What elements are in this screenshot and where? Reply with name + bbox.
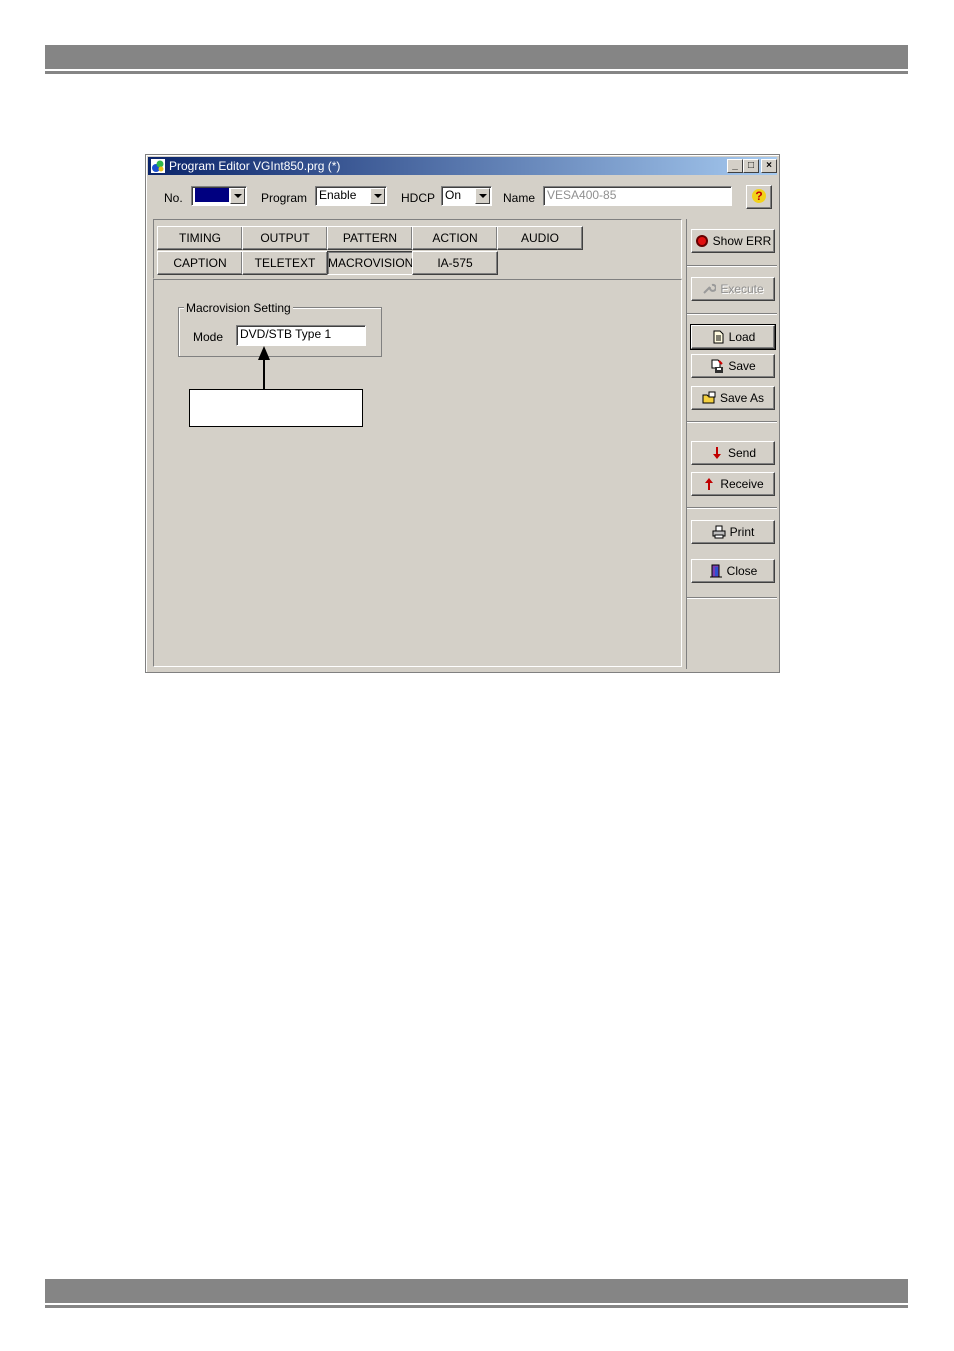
- document-icon: [713, 330, 724, 344]
- tab-pattern[interactable]: PATTERN: [327, 226, 413, 250]
- mode-field-value: DVD/STB Type 1: [240, 327, 332, 341]
- load-button[interactable]: Load: [690, 324, 776, 350]
- show-err-button[interactable]: Show ERR: [691, 229, 775, 253]
- header-band-line: [45, 71, 908, 74]
- close-label: Close: [726, 564, 758, 578]
- window-title: Program Editor VGInt850.prg (*): [169, 159, 341, 173]
- chevron-down-icon[interactable]: [475, 188, 490, 204]
- separator: [687, 597, 777, 599]
- mode-field[interactable]: DVD/STB Type 1: [236, 325, 366, 346]
- mode-label: Mode: [193, 330, 224, 344]
- arrow-up-icon: [705, 478, 714, 490]
- execute-button[interactable]: Execute: [691, 277, 775, 301]
- print-button[interactable]: Print: [691, 520, 775, 544]
- help-button[interactable]: ?: [746, 185, 772, 209]
- tab-timing[interactable]: TIMING: [157, 226, 243, 250]
- header-band: [45, 45, 908, 69]
- footer-band: [45, 1279, 908, 1303]
- hdcp-label: HDCP: [401, 191, 436, 205]
- no-label: No.: [164, 191, 183, 205]
- tab-action[interactable]: ACTION: [412, 226, 498, 250]
- save-as-button[interactable]: Save As: [691, 386, 775, 410]
- chevron-down-icon[interactable]: [230, 188, 245, 204]
- annotation-arrow-head: [258, 346, 270, 360]
- hdcp-select[interactable]: On: [441, 186, 492, 206]
- hdcp-select-value: On: [445, 188, 462, 202]
- save-label: Save: [728, 359, 756, 373]
- separator: [687, 507, 777, 509]
- tab-macrovision[interactable]: MACROVISION: [327, 251, 413, 275]
- receive-label: Receive: [720, 477, 764, 491]
- error-indicator-icon: [695, 235, 708, 247]
- close-window-button[interactable]: ×: [761, 159, 777, 173]
- send-button[interactable]: Send: [691, 441, 775, 465]
- save-disk-icon: [711, 359, 724, 373]
- tab-teletext[interactable]: TELETEXT: [242, 251, 328, 275]
- annotation-box: [189, 389, 363, 427]
- macrovision-setting-label: Macrovision Setting: [184, 301, 293, 315]
- footer-band-line: [45, 1305, 908, 1308]
- tab-caption[interactable]: CAPTION: [157, 251, 243, 275]
- name-label: Name: [503, 191, 536, 205]
- program-select-value: Enable: [319, 188, 357, 202]
- wrench-icon: [703, 283, 717, 294]
- printer-icon: [712, 525, 726, 539]
- show-err-label: Show ERR: [712, 234, 772, 248]
- chevron-down-icon[interactable]: [370, 188, 385, 204]
- no-select[interactable]: [191, 186, 247, 206]
- no-select-value: [195, 188, 229, 202]
- separator: [687, 313, 777, 315]
- receive-button[interactable]: Receive: [691, 472, 775, 496]
- program-label: Program: [261, 191, 308, 205]
- help-icon: ?: [752, 189, 766, 203]
- save-as-folder-icon: [702, 391, 716, 404]
- send-label: Send: [727, 446, 757, 460]
- app-icon: [151, 159, 165, 173]
- load-label: Load: [728, 330, 756, 344]
- annotation-arrow-line: [263, 360, 265, 390]
- tab-output[interactable]: OUTPUT: [242, 226, 328, 250]
- minimize-button[interactable]: _: [727, 159, 743, 173]
- maximize-button[interactable]: □: [743, 159, 759, 173]
- title-bar[interactable]: Program Editor VGInt850.prg (*) _ □ ×: [148, 157, 777, 175]
- execute-label: Execute: [720, 282, 764, 296]
- arrow-down-icon: [712, 447, 721, 459]
- close-button[interactable]: Close: [691, 559, 775, 583]
- name-field-value: VESA400-85: [547, 188, 617, 202]
- name-field[interactable]: VESA400-85: [543, 186, 732, 206]
- print-label: Print: [729, 525, 755, 539]
- exit-door-icon: [709, 564, 722, 578]
- tab-ia-575[interactable]: IA-575: [412, 251, 498, 275]
- save-button[interactable]: Save: [691, 354, 775, 378]
- program-select[interactable]: Enable: [315, 186, 387, 206]
- separator: [687, 265, 777, 267]
- separator: [687, 421, 777, 423]
- save-as-label: Save As: [719, 391, 765, 405]
- tab-audio[interactable]: AUDIO: [497, 226, 583, 250]
